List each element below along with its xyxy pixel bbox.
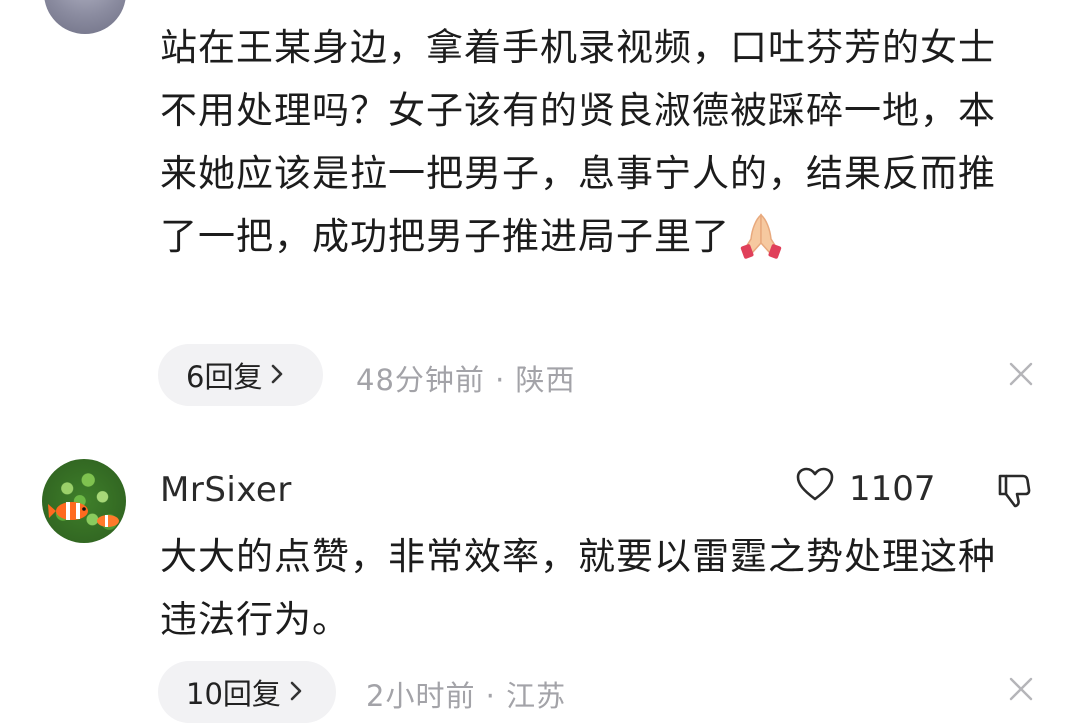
- thumbs-down-icon[interactable]: [994, 470, 1034, 514]
- comment-text: 大大的点赞，非常效率，就要以雷霆之势处理这种违法行为。: [160, 535, 996, 641]
- comment-meta: 2小时前 · 江苏: [366, 679, 567, 713]
- avatar[interactable]: [44, 0, 126, 34]
- chevron-right-icon: [289, 675, 303, 709]
- like-button[interactable]: 1107: [795, 466, 936, 511]
- heart-icon: [795, 466, 835, 511]
- close-icon[interactable]: [1008, 676, 1034, 702]
- chevron-right-icon: [270, 358, 284, 392]
- replies-button[interactable]: 6回复: [158, 344, 323, 406]
- like-count: 1107: [849, 468, 936, 509]
- replies-button[interactable]: 10回复: [158, 661, 336, 723]
- comment-meta: 48分钟前 · 陕西: [356, 363, 576, 397]
- clownfish-icon: [48, 502, 119, 527]
- folded-hands-emoji: [732, 209, 790, 278]
- replies-label: 6回复: [186, 360, 263, 394]
- comment-body: 站在王某身边，拿着手机录视频，口吐芬芳的女士不用处理吗？女子该有的贤良淑德被踩碎…: [160, 26, 996, 258]
- avatar[interactable]: [42, 459, 126, 543]
- close-icon[interactable]: [1008, 361, 1034, 387]
- username[interactable]: MrSixer: [160, 470, 292, 510]
- comment-text: 站在王某身边，拿着手机录视频，口吐芬芳的女士不用处理吗？女子该有的贤良淑德被踩碎…: [160, 16, 1020, 278]
- replies-label: 10回复: [186, 677, 281, 711]
